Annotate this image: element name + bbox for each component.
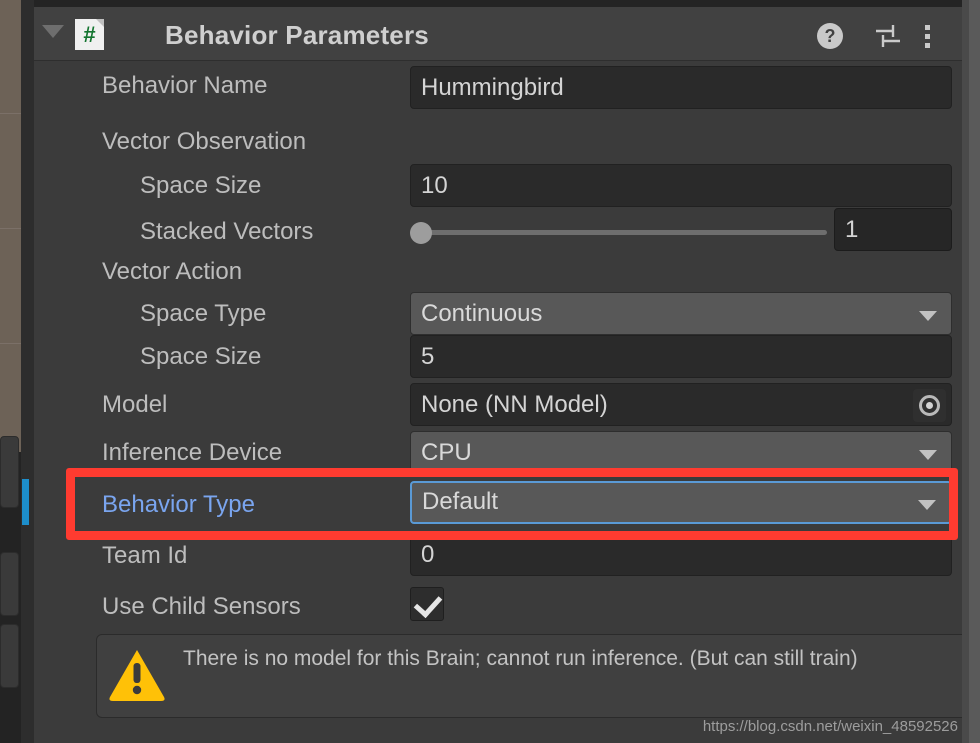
row-inference-device: Inference Device CPU bbox=[34, 429, 962, 479]
inference-device-value: CPU bbox=[421, 439, 472, 466]
left-panel-card-3 bbox=[0, 624, 19, 688]
stacked-vectors-slider[interactable] bbox=[412, 230, 827, 235]
checkmark-icon bbox=[413, 588, 443, 619]
behavior-name-value: Hummingbird bbox=[421, 74, 564, 101]
object-picker-icon[interactable] bbox=[913, 389, 946, 422]
inspector-left-gutter bbox=[21, 0, 34, 743]
model-value: None (NN Model) bbox=[421, 391, 608, 418]
use-child-sensors-label: Use Child Sensors bbox=[102, 593, 301, 620]
vector-action-label: Vector Action bbox=[102, 258, 243, 285]
row-observation-space-size: Space Size 10 bbox=[34, 162, 962, 212]
team-id-value: 0 bbox=[421, 541, 435, 568]
left-dark-strip bbox=[0, 436, 21, 743]
row-model: Model None (NN Model) bbox=[34, 381, 962, 431]
left-panel-card-2 bbox=[0, 552, 19, 616]
action-space-type-label: Space Type bbox=[140, 300, 267, 327]
model-object-field[interactable]: None (NN Model) bbox=[410, 383, 952, 426]
inference-device-dropdown[interactable]: CPU bbox=[410, 431, 952, 474]
stacked-vectors-value: 1 bbox=[845, 216, 859, 243]
row-vector-observation: Vector Observation bbox=[34, 118, 962, 168]
stacked-vectors-slider-handle[interactable] bbox=[410, 222, 432, 244]
observation-space-size-input[interactable]: 10 bbox=[410, 164, 952, 207]
behavior-type-value: Default bbox=[422, 488, 499, 515]
inspector-panel: # Behavior Parameters ? Behavior Name Hu… bbox=[34, 0, 980, 743]
row-team-id: Team Id 0 bbox=[34, 532, 962, 582]
help-icon[interactable]: ? bbox=[817, 23, 843, 49]
behavior-name-input[interactable]: Hummingbird bbox=[410, 66, 952, 109]
chevron-down-icon bbox=[919, 450, 937, 460]
page-title: Behavior Parameters bbox=[165, 20, 429, 50]
warning-message: There is no model for this Brain; cannot… bbox=[183, 647, 858, 670]
model-label: Model bbox=[102, 391, 168, 418]
use-child-sensors-checkbox[interactable] bbox=[410, 587, 444, 621]
inspector-right-gutter bbox=[962, 0, 980, 743]
row-use-child-sensors: Use Child Sensors bbox=[34, 583, 962, 633]
observation-space-size-label: Space Size bbox=[140, 172, 262, 199]
warning-triangle-icon bbox=[107, 645, 167, 705]
team-id-input[interactable]: 0 bbox=[410, 533, 952, 576]
action-space-size-value: 5 bbox=[421, 343, 435, 370]
inference-device-label: Inference Device bbox=[102, 439, 283, 466]
stacked-vectors-input[interactable]: 1 bbox=[834, 208, 952, 251]
chevron-down-icon bbox=[919, 311, 937, 321]
row-behavior-name: Behavior Name Hummingbird bbox=[34, 62, 962, 112]
behavior-type-label: Behavior Type bbox=[102, 491, 255, 518]
watermark: https://blog.csdn.net/weixin_48592526 bbox=[702, 718, 958, 735]
kebab-menu-icon[interactable] bbox=[919, 21, 937, 51]
vector-observation-label: Vector Observation bbox=[102, 128, 307, 155]
csharp-hash-glyph: # bbox=[83, 22, 96, 47]
behavior-type-dropdown[interactable]: Default bbox=[410, 481, 952, 524]
stacked-vectors-label: Stacked Vectors bbox=[140, 218, 314, 245]
vertical-scrollbar[interactable] bbox=[969, 0, 980, 743]
window-top-edge bbox=[34, 0, 962, 7]
unity-inspector-window: # Behavior Parameters ? Behavior Name Hu… bbox=[0, 0, 980, 743]
csharp-script-icon[interactable]: # bbox=[75, 19, 104, 50]
warning-help-box: There is no model for this Brain; cannot… bbox=[96, 634, 980, 718]
left-panel-card-1 bbox=[0, 436, 19, 508]
behavior-name-label: Behavior Name bbox=[102, 72, 268, 99]
action-space-type-dropdown[interactable]: Continuous bbox=[410, 292, 952, 335]
foldout-triangle-icon[interactable] bbox=[42, 25, 64, 38]
action-space-size-label: Space Size bbox=[140, 343, 262, 370]
row-behavior-type: Behavior Type Default bbox=[34, 481, 962, 531]
action-space-size-input[interactable]: 5 bbox=[410, 335, 952, 378]
action-space-type-value: Continuous bbox=[421, 300, 543, 327]
selection-accent-bar bbox=[22, 479, 29, 525]
component-header[interactable]: # Behavior Parameters ? bbox=[34, 7, 962, 61]
preset-sliders-icon[interactable] bbox=[874, 22, 902, 50]
row-action-space-size: Space Size 5 bbox=[34, 333, 962, 383]
help-icon-glyph: ? bbox=[824, 26, 836, 46]
chevron-down-icon bbox=[918, 500, 936, 510]
scene-hierarchy-strip bbox=[0, 0, 21, 452]
team-id-label: Team Id bbox=[102, 542, 188, 569]
observation-space-size-value: 10 bbox=[421, 172, 448, 199]
